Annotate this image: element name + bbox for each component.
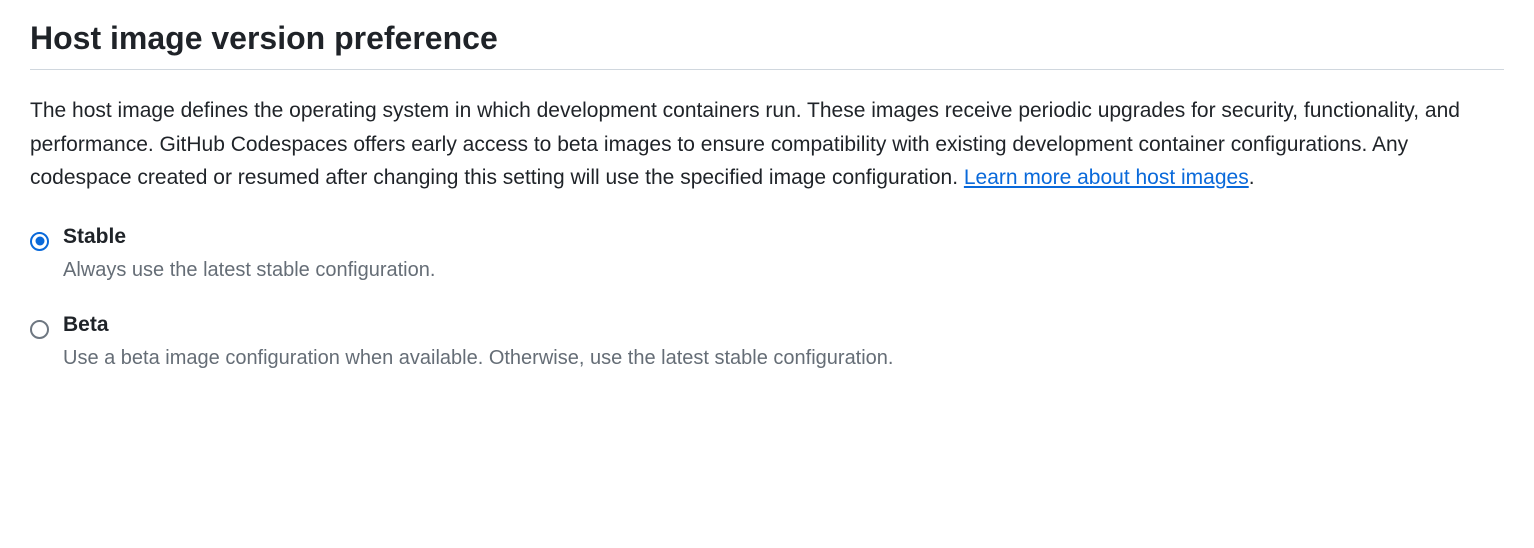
description-suffix: .: [1249, 166, 1255, 189]
radio-selected-icon: [30, 232, 49, 251]
radio-label-beta[interactable]: Beta: [63, 313, 1504, 337]
radio-option-stable[interactable]: Stable Always use the latest stable conf…: [30, 225, 1504, 285]
radio-description-beta: Use a beta image configuration when avai…: [63, 343, 1504, 373]
radio-input-stable[interactable]: [30, 232, 49, 251]
radio-content-beta: Beta Use a beta image configuration when…: [63, 313, 1504, 373]
radio-content-stable: Stable Always use the latest stable conf…: [63, 225, 1504, 285]
radio-description-stable: Always use the latest stable configurati…: [63, 255, 1504, 285]
section-heading: Host image version preference: [30, 20, 1504, 70]
radio-input-beta[interactable]: [30, 320, 49, 339]
radio-unselected-icon: [30, 320, 49, 339]
radio-group: Stable Always use the latest stable conf…: [30, 225, 1504, 373]
section-description: The host image defines the operating sys…: [30, 94, 1504, 195]
learn-more-link[interactable]: Learn more about host images: [964, 166, 1249, 189]
radio-option-beta[interactable]: Beta Use a beta image configuration when…: [30, 313, 1504, 373]
radio-label-stable[interactable]: Stable: [63, 225, 1504, 249]
